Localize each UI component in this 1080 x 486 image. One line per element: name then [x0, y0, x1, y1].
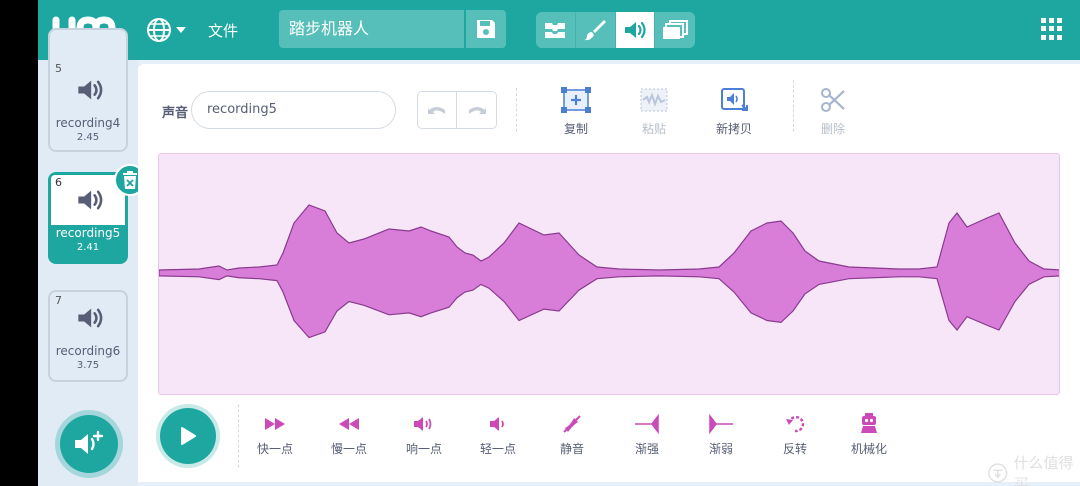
delete-tool[interactable]: 删除 [803, 86, 863, 137]
sound-item[interactable]: 7 recording6 3.75 [48, 290, 128, 382]
sound-number: 7 [55, 294, 62, 307]
undo-icon [428, 107, 445, 114]
waveform-shape [159, 204, 1059, 339]
effect-softer-label: 轻一点 [479, 442, 516, 456]
sound-editor: 声音 recording5 复制 粘贴 新拷贝 删除 快一点 慢一点 响一点 轻… [138, 64, 1080, 482]
effect-louder[interactable]: 响一点 [394, 412, 454, 457]
sound-editor-app: 文件 踏步机器人 5 recording4 2.45 6 recording5 … [38, 0, 1080, 486]
paste-label: 粘贴 [641, 122, 666, 136]
sound-list: 5 recording4 2.45 .sound-card:first-chil… [38, 28, 146, 486]
waveform [159, 204, 1059, 339]
speaker-icon [78, 80, 103, 100]
tab-sounds[interactable] [615, 12, 656, 48]
stage-icon [663, 20, 689, 39]
caret-down-icon [176, 27, 186, 33]
robot-icon [861, 413, 877, 433]
effect-fade-out-label: 渐弱 [708, 442, 733, 456]
divider [516, 88, 517, 132]
fade-in-icon [635, 414, 659, 434]
mute-icon [563, 415, 581, 433]
speaker-icon [624, 21, 646, 39]
watermark-text: 什么值得买 [1013, 454, 1074, 486]
mode-tabs [536, 12, 695, 48]
divider [238, 404, 239, 468]
reverse-icon [786, 415, 805, 433]
copy-to-new-icon [721, 88, 748, 111]
save-button[interactable] [466, 10, 506, 48]
effect-slower-label: 慢一点 [330, 442, 367, 456]
copy-to-new-tool[interactable]: 新拷贝 [704, 86, 764, 137]
sound-name-input[interactable]: recording5 [191, 91, 396, 129]
rewind-icon [339, 418, 359, 430]
brush-icon [584, 20, 607, 41]
sound-number: 5 [55, 62, 62, 75]
redo-button[interactable] [457, 92, 496, 128]
redo-icon [468, 107, 486, 114]
effect-louder-label: 响一点 [405, 442, 442, 456]
effect-slower[interactable]: 慢一点 [319, 412, 379, 457]
copy-label: 复制 [563, 122, 588, 136]
effect-softer[interactable]: 轻一点 [468, 412, 528, 457]
speaker-icon [78, 308, 103, 328]
tab-stage[interactable] [655, 12, 695, 48]
play-button[interactable] [160, 408, 216, 464]
effect-fade-in-label: 渐强 [634, 442, 659, 456]
sound-name: recording4 [55, 116, 121, 130]
divider [793, 80, 794, 132]
sound-name: recording5 [55, 226, 121, 240]
speaker-icon [78, 190, 103, 210]
effect-robot[interactable]: 机械化 [839, 412, 899, 457]
language-menu[interactable] [146, 16, 190, 44]
code-blocks-icon [545, 23, 566, 38]
add-sound-button[interactable] [60, 415, 118, 473]
watermark-logo-icon [988, 463, 1008, 483]
trash-icon [123, 171, 137, 189]
sound-duration: 2.45 [76, 132, 100, 143]
paste-tool[interactable]: 粘贴 [624, 86, 684, 137]
sound-item-selected[interactable]: 6 recording5 2.41 [48, 164, 146, 264]
tab-code[interactable] [536, 12, 576, 48]
fade-out-icon [709, 414, 733, 434]
effect-faster[interactable]: 快一点 [245, 412, 305, 457]
fast-forward-icon [265, 418, 285, 430]
sound-item[interactable]: 5 recording4 2.45 [48, 28, 128, 152]
volume-down-icon [490, 417, 504, 431]
globe-icon [147, 18, 171, 42]
watermark: 什么值得买 [988, 452, 1080, 486]
file-menu[interactable]: 文件 [208, 20, 238, 41]
sound-name-label: 声音 [162, 106, 189, 121]
play-icon [181, 427, 196, 445]
sound-duration: 2.41 [76, 242, 100, 253]
effect-fade-in[interactable]: 渐强 [617, 412, 677, 457]
effect-reverse-label: 反转 [782, 442, 807, 456]
tab-costumes[interactable] [576, 12, 616, 48]
sound-number: 6 [55, 176, 62, 189]
copy-icon [561, 87, 591, 113]
waveform-display[interactable] [158, 153, 1060, 395]
project-title-input[interactable]: 踏步机器人 [279, 10, 464, 48]
effect-fade-out[interactable]: 渐弱 [691, 412, 751, 457]
effect-robot-label: 机械化 [850, 442, 887, 456]
speaker-plus-icon [75, 430, 104, 454]
sound-name: recording6 [55, 344, 121, 358]
save-icon [477, 20, 495, 38]
undo-redo-group [417, 91, 497, 129]
copy-tool[interactable]: 复制 [546, 86, 606, 137]
effect-faster-label: 快一点 [256, 442, 293, 456]
paste-icon [640, 88, 668, 112]
effect-mute-label: 静音 [559, 442, 584, 456]
volume-up-icon [414, 417, 432, 431]
apps-grid-button[interactable] [1041, 18, 1063, 40]
sound-duration: 3.75 [76, 360, 100, 371]
undo-button[interactable] [418, 92, 458, 128]
effect-mute[interactable]: 静音 [542, 412, 602, 457]
copy-to-new-label: 新拷贝 [715, 122, 752, 136]
delete-label: 删除 [820, 122, 845, 136]
top-bar: 文件 踏步机器人 [38, 0, 1080, 60]
scissors-icon [821, 88, 845, 112]
effect-reverse[interactable]: 反转 [765, 412, 825, 457]
